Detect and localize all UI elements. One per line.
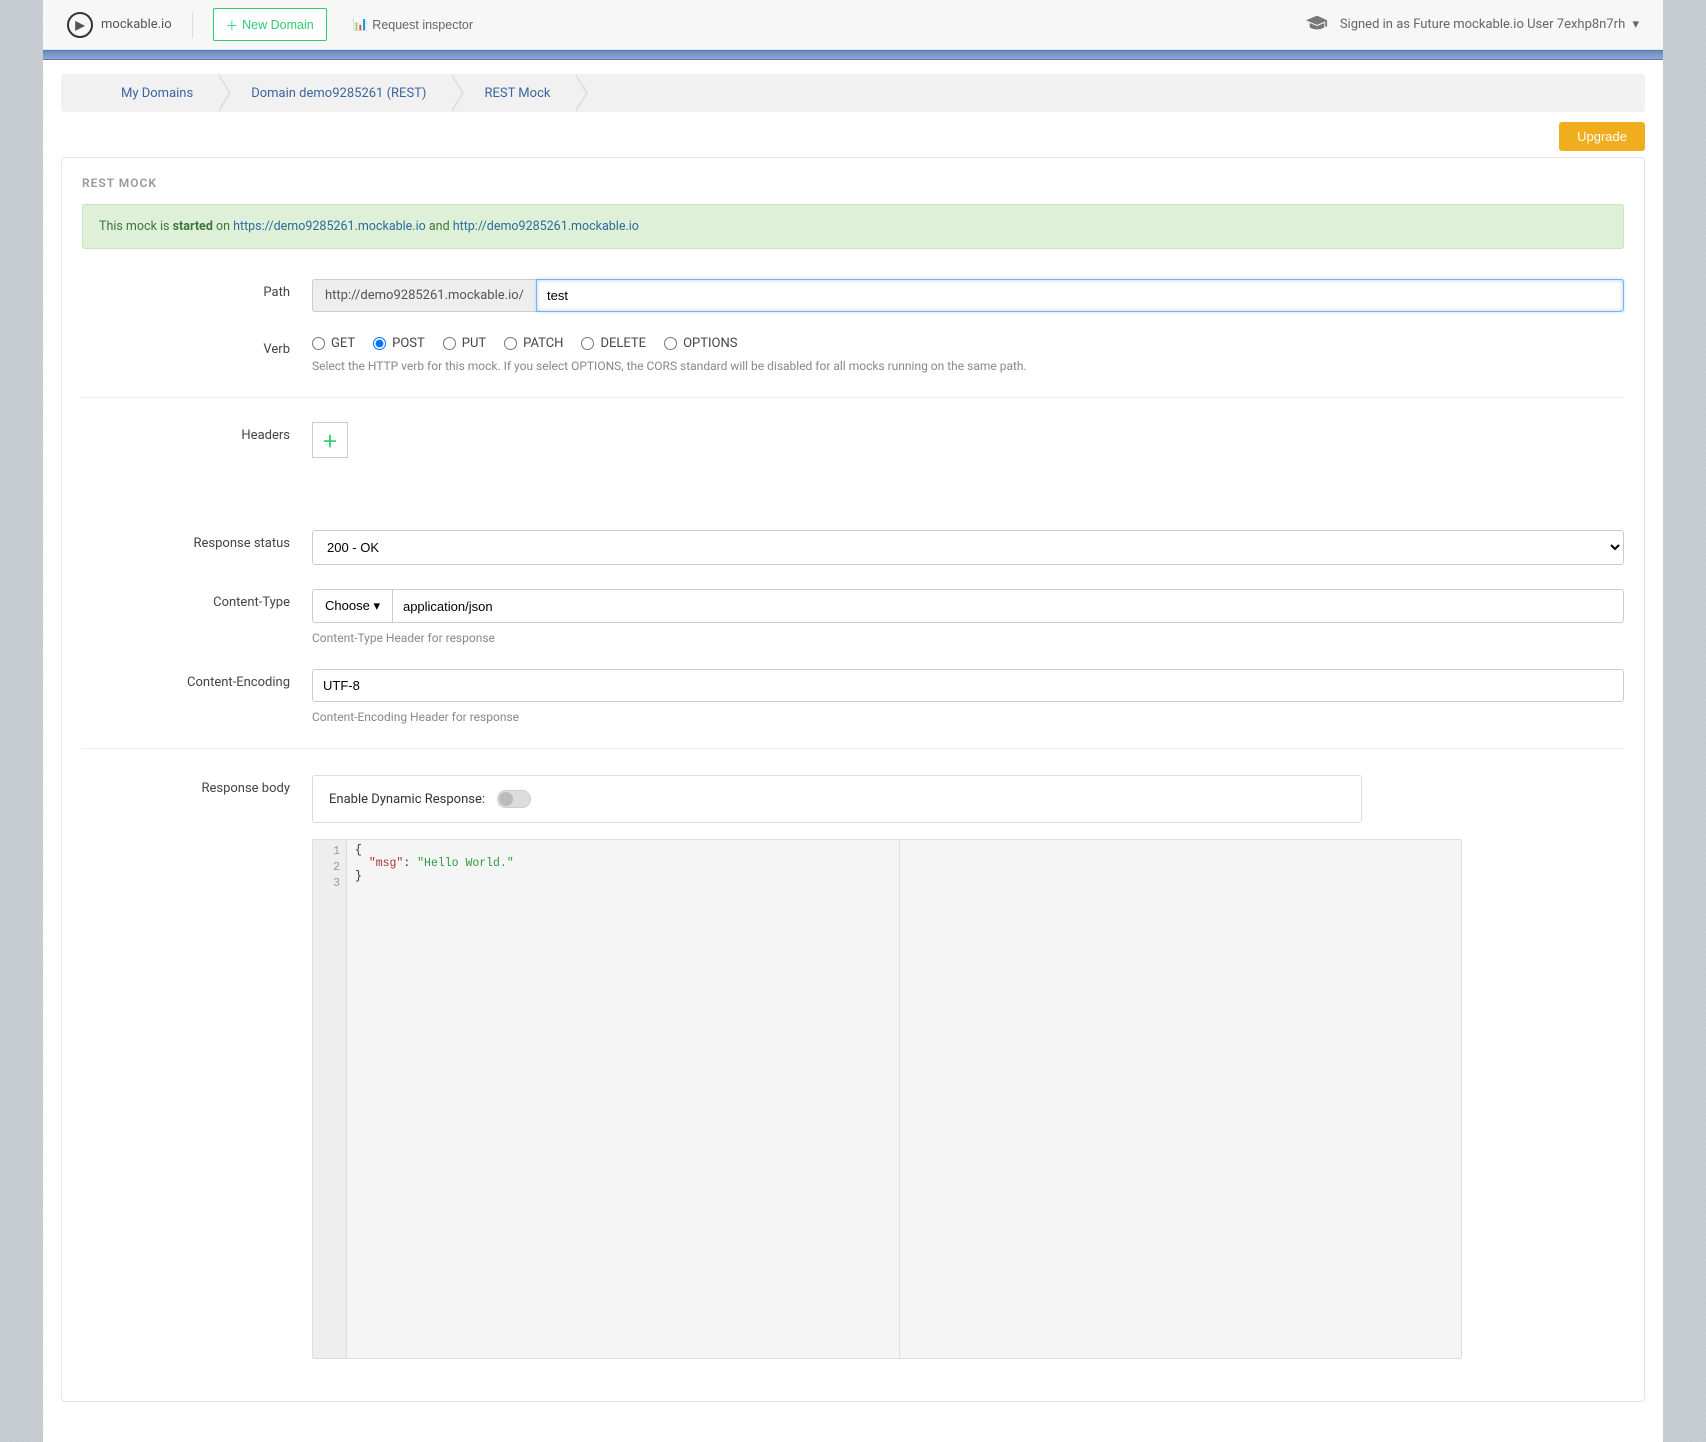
rest-mock-card: REST MOCK This mock is started on https:… — [61, 157, 1645, 1402]
breadcrumb-domain[interactable]: Domain demo9285261 (REST) — [217, 74, 450, 112]
toggle-knob — [499, 792, 513, 806]
path-prefix: http://demo9285261.mockable.io/ — [312, 279, 536, 312]
dynamic-response-toggle[interactable] — [497, 790, 531, 808]
content-type-label: Content-Type — [82, 589, 312, 645]
breadcrumb-label: My Domains — [121, 86, 193, 101]
graduation-cap-icon[interactable] — [1306, 15, 1328, 35]
verb-put[interactable]: PUT — [443, 336, 486, 351]
line-number: 2 — [313, 860, 340, 876]
verb-label-text: PUT — [462, 336, 486, 351]
dynamic-response-label: Enable Dynamic Response: — [329, 792, 485, 807]
path-label: Path — [82, 279, 312, 312]
verb-post-radio[interactable] — [373, 337, 386, 350]
breadcrumb-my-domains[interactable]: My Domains — [67, 74, 217, 112]
editor-code[interactable]: { "msg": "Hello World." } — [347, 840, 1461, 1358]
verb-get-radio[interactable] — [312, 337, 325, 350]
breadcrumb-label: Domain demo9285261 (REST) — [251, 86, 426, 101]
topbar: ▶ mockable.io ＋ New Domain 📊 Request ins… — [43, 0, 1663, 50]
signed-in-label: Signed in as Future mockable.io User 7ex… — [1340, 17, 1625, 32]
headers-label: Headers — [82, 422, 312, 458]
plus-icon: ＋ — [322, 428, 338, 452]
alert-text: on — [213, 219, 233, 234]
verb-options[interactable]: OPTIONS — [664, 336, 737, 351]
verb-hint: Select the HTTP verb for this mock. If y… — [312, 359, 1624, 373]
verb-get[interactable]: GET — [312, 336, 355, 351]
content-type-choose-button[interactable]: Choose ▾ — [312, 589, 392, 623]
verb-delete-radio[interactable] — [581, 337, 594, 350]
chevron-down-icon: ▾ — [1632, 17, 1639, 32]
content-encoding-label: Content-Encoding — [82, 669, 312, 724]
response-status-label: Response status — [82, 530, 312, 565]
brand-icon: ▶ — [67, 12, 93, 38]
verb-label-text: POST — [392, 336, 425, 351]
verb-post[interactable]: POST — [373, 336, 425, 351]
response-body-label: Response body — [82, 775, 312, 1359]
verb-label-text: OPTIONS — [683, 336, 737, 351]
line-number: 3 — [313, 876, 340, 892]
choose-label: Choose — [325, 598, 370, 613]
verb-put-radio[interactable] — [443, 337, 456, 350]
code-sep: : — [403, 857, 417, 870]
content-encoding-input[interactable] — [312, 669, 1624, 702]
request-inspector-button[interactable]: 📊 Request inspector — [341, 11, 485, 38]
request-inspector-label: Request inspector — [372, 18, 473, 32]
code-key: "msg" — [369, 857, 404, 870]
plus-icon: ＋ — [226, 15, 239, 34]
path-input[interactable] — [536, 279, 1624, 312]
verb-label-text: PATCH — [523, 336, 563, 351]
chart-icon: 📊 — [353, 17, 369, 32]
verb-radio-group: GET POST PUT PATCH DELETE OPTIONS — [312, 336, 1624, 351]
user-menu[interactable]: Signed in as Future mockable.io User 7ex… — [1340, 17, 1639, 32]
upgrade-button[interactable]: Upgrade — [1559, 122, 1645, 151]
content-encoding-hint: Content-Encoding Header for response — [312, 710, 1624, 724]
new-domain-label: New Domain — [242, 18, 314, 32]
content-type-hint: Content-Type Header for response — [312, 631, 1624, 645]
mock-status-alert: This mock is started on https://demo9285… — [82, 204, 1624, 249]
editor-gutter: 1▾ 2 3 — [313, 840, 347, 1358]
verb-delete[interactable]: DELETE — [581, 336, 646, 351]
dynamic-response-box: Enable Dynamic Response: — [312, 775, 1362, 823]
verb-label: Verb — [82, 336, 312, 373]
card-title: REST MOCK — [82, 176, 1624, 190]
line-number: 1 — [333, 845, 340, 858]
breadcrumb-label: REST Mock — [484, 86, 550, 101]
mock-https-link[interactable]: https://demo9285261.mockable.io — [233, 219, 426, 234]
brand-logo[interactable]: ▶ mockable.io — [67, 12, 193, 38]
alert-status: started — [173, 219, 213, 234]
verb-patch[interactable]: PATCH — [504, 336, 563, 351]
alert-text: This mock is — [99, 219, 173, 234]
breadcrumb-rest-mock[interactable]: REST Mock — [450, 74, 574, 112]
verb-patch-radio[interactable] — [504, 337, 517, 350]
code-brace: { — [355, 844, 362, 857]
breadcrumb: My Domains Domain demo9285261 (REST) RES… — [61, 74, 1645, 112]
verb-label-text: GET — [331, 336, 355, 351]
content-type-input[interactable] — [392, 589, 1624, 623]
accent-bar — [43, 50, 1663, 60]
verb-options-radio[interactable] — [664, 337, 677, 350]
verb-label-text: DELETE — [600, 336, 646, 351]
code-string: "Hello World." — [417, 857, 514, 870]
response-body-editor[interactable]: 1▾ 2 3 { "msg": "Hello World." } — [312, 839, 1462, 1359]
alert-text: and — [426, 219, 453, 234]
editor-split-line — [899, 840, 900, 1358]
code-brace: } — [355, 870, 362, 883]
add-header-button[interactable]: ＋ — [312, 422, 348, 458]
response-status-select[interactable]: 200 - OK — [312, 530, 1624, 565]
brand-text: mockable.io — [101, 17, 172, 32]
new-domain-button[interactable]: ＋ New Domain — [213, 8, 327, 41]
chevron-down-icon: ▾ — [373, 598, 380, 613]
mock-http-link[interactable]: http://demo9285261.mockable.io — [453, 219, 639, 234]
